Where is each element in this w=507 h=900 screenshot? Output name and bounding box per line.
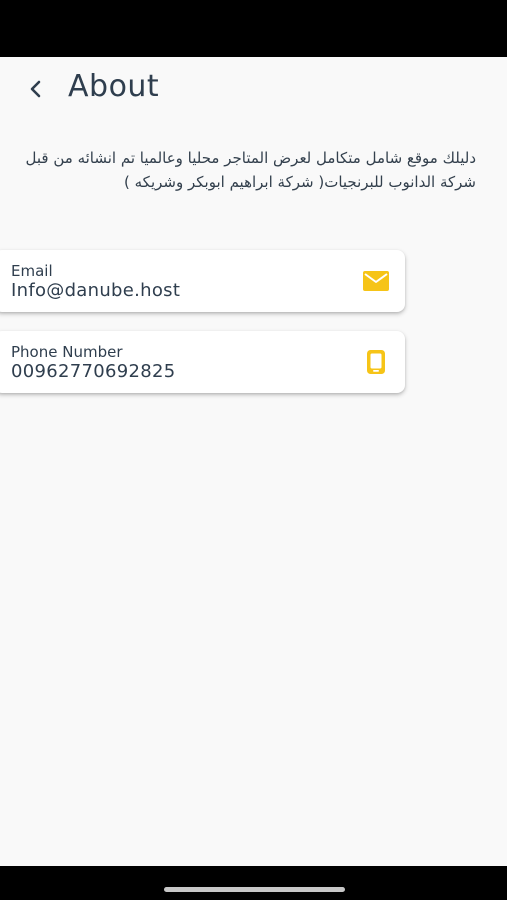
- page-title: About: [68, 69, 160, 104]
- home-indicator[interactable]: [164, 887, 345, 892]
- phone-card[interactable]: Phone Number 00962770692825: [0, 331, 405, 393]
- back-button[interactable]: [20, 73, 52, 105]
- chevron-left-icon: [30, 80, 41, 98]
- about-description: دليلك موقع شامل متكامل لعرض المتاجر محلي…: [25, 149, 476, 191]
- navigation-bar: [0, 866, 507, 900]
- email-card[interactable]: Email Info@danube.host: [0, 250, 405, 312]
- mail-icon: [363, 268, 389, 294]
- email-value[interactable]: Info@danube.host: [11, 280, 180, 301]
- phone-label: Phone Number: [11, 343, 123, 361]
- email-label: Email: [11, 262, 53, 280]
- smartphone-icon: [363, 349, 389, 375]
- app-bar: About: [0, 57, 507, 121]
- phone-value[interactable]: 00962770692825: [11, 361, 176, 382]
- status-bar: [0, 0, 507, 57]
